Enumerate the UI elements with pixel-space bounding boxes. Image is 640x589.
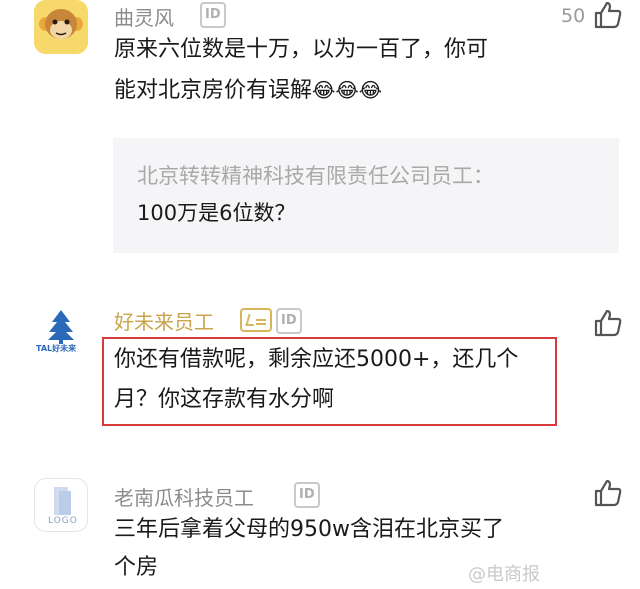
tal-logo-text: TAL好未来 xyxy=(36,344,77,353)
commenter-name[interactable]: 曲灵风 xyxy=(114,2,174,31)
like-count: 50 xyxy=(561,5,586,27)
quoted-comment-box[interactable] xyxy=(113,138,619,253)
comment-text-line: 能对北京房价有误解😂😂😂 xyxy=(114,70,382,111)
id-badge: ID xyxy=(276,308,302,334)
quoted-commenter: 北京转转精神科技有限责任公司员工： xyxy=(137,164,494,188)
id-badge: ID xyxy=(294,482,320,508)
logo-placeholder-text: LOGO xyxy=(48,516,78,526)
quoted-text: 100万是6位数？ xyxy=(137,201,296,225)
comment-text-line: 原来六位数是十万，以为一百了，你可 xyxy=(114,37,489,62)
thumbs-up-icon[interactable] xyxy=(593,478,623,508)
comment-text-fragment: 能对北京房价有误解 xyxy=(114,78,313,103)
avatar-laonangua[interactable]: LOGO xyxy=(34,478,88,532)
monkey-avatar-icon xyxy=(34,0,88,54)
comment-text-line: 个房 xyxy=(114,555,159,580)
watermark: @电商报 xyxy=(468,564,540,585)
laughing-emoji-icon: 😂😂😂 xyxy=(312,78,383,102)
verified-badge-icon xyxy=(240,308,272,332)
highlight-box xyxy=(102,337,557,426)
commenter-name[interactable]: 老南瓜科技员工 xyxy=(114,482,254,511)
commenter-name[interactable]: 好未来员工 xyxy=(114,306,214,335)
thumbs-up-icon[interactable] xyxy=(593,0,623,30)
avatar-quling[interactable] xyxy=(34,0,88,54)
comment-text-line: 三年后拿着父母的950w含泪在北京买了 xyxy=(114,517,504,542)
avatar-tal[interactable]: TAL好未来 xyxy=(34,304,88,358)
thumbs-up-icon[interactable] xyxy=(593,308,623,338)
id-badge: ID xyxy=(200,2,226,28)
